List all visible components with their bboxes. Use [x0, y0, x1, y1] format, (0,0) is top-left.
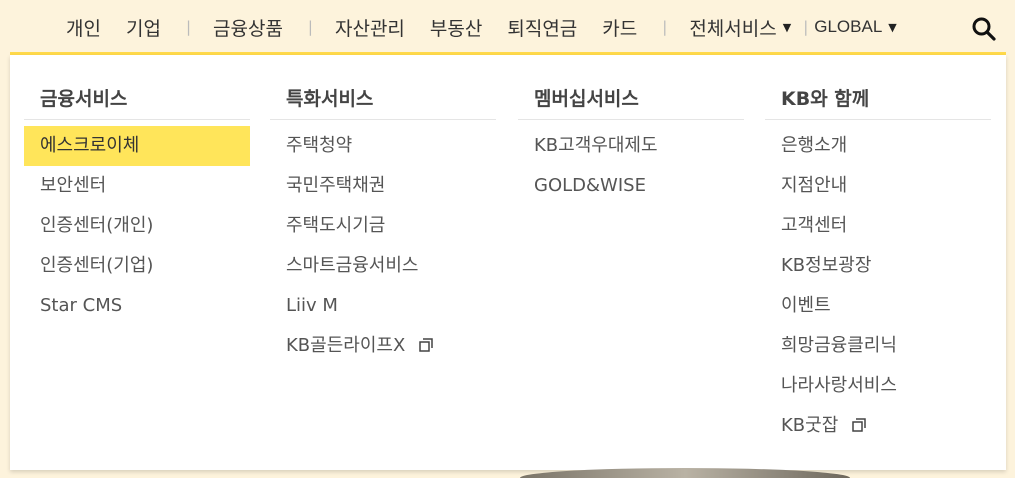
menu-column-with-kb: KB와 함께 은행소개 지점안내 고객센터 KB정보광장 이벤트 희망금융클리닉…	[765, 55, 991, 446]
nav-separator: |	[185, 18, 191, 36]
menu-item-housing-subscription[interactable]: 주택청약	[270, 126, 496, 166]
column-title: 금융서비스	[24, 55, 250, 120]
column-title: 멤버십서비스	[518, 55, 744, 120]
mega-menu-panel: 금융서비스 에스크로이체 보안센터 인증센터(개인) 인증센터(기업) Star…	[10, 55, 1006, 470]
menu-item-label: KB골든라이프X	[286, 335, 406, 356]
menu-item-nara-sarang-service[interactable]: 나라사랑서비스	[765, 366, 991, 406]
nav-asset-management[interactable]: 자산관리	[335, 14, 405, 41]
menu-item-branch-guide[interactable]: 지점안내	[765, 166, 991, 206]
menu-item-label: KB굿잡	[781, 415, 839, 436]
menu-item-escrow-transfer[interactable]: 에스크로이체	[24, 126, 250, 166]
new-window-icon	[852, 418, 866, 432]
menu-item-events[interactable]: 이벤트	[765, 286, 991, 326]
menu-column-special-services: 특화서비스 주택청약 국민주택채권 주택도시기금 스마트금융서비스 Liiv M…	[270, 55, 496, 366]
nav-separator: |	[307, 18, 313, 36]
nav-business[interactable]: 기업	[126, 14, 161, 41]
menu-column-financial-services: 금융서비스 에스크로이체 보안센터 인증센터(개인) 인증센터(기업) Star…	[24, 55, 250, 326]
menu-item-kb-info-plaza[interactable]: KB정보광장	[765, 246, 991, 286]
menu-item-security-center[interactable]: 보안센터	[24, 166, 250, 206]
new-window-icon	[419, 338, 433, 352]
menu-item-customer-center[interactable]: 고객센터	[765, 206, 991, 246]
global-label: GLOBAL	[814, 17, 883, 36]
menu-item-housing-urban-fund[interactable]: 주택도시기금	[270, 206, 496, 246]
menu-item-gold-and-wise[interactable]: GOLD&WISE	[518, 166, 744, 206]
top-navigation: 개인 기업 | 금융상품 | 자산관리 부동산 퇴직연금 카드 | 전체서비스 …	[0, 0, 1015, 54]
menu-item-star-cms[interactable]: Star CMS	[24, 286, 250, 326]
caret-down-icon: ▼	[888, 20, 897, 34]
search-icon[interactable]	[971, 16, 997, 42]
menu-item-kb-customer-benefits[interactable]: KB고객우대제도	[518, 126, 744, 166]
nav-pension[interactable]: 퇴직연금	[507, 14, 577, 41]
menu-item-hope-finance-clinic[interactable]: 희망금융클리닉	[765, 326, 991, 366]
menu-item-bank-intro[interactable]: 은행소개	[765, 126, 991, 166]
nav-all-services[interactable]: 전체서비스 ▼	[689, 14, 791, 41]
nav-personal[interactable]: 개인	[66, 14, 101, 41]
menu-item-kb-golden-life-x[interactable]: KB골든라이프X	[270, 326, 496, 366]
caret-down-icon: ▼	[782, 20, 792, 34]
column-title: 특화서비스	[270, 55, 496, 120]
nav-card[interactable]: 카드	[602, 14, 637, 41]
menu-item-cert-center-business[interactable]: 인증센터(기업)	[24, 246, 250, 286]
nav-products[interactable]: 금융상품	[213, 14, 283, 41]
global-dropdown[interactable]: GLOBAL ▼	[814, 17, 897, 37]
nav-separator: |	[803, 18, 809, 36]
nav-real-estate[interactable]: 부동산	[430, 14, 482, 41]
menu-item-liiv-m[interactable]: Liiv M	[270, 286, 496, 326]
menu-item-smart-finance[interactable]: 스마트금융서비스	[270, 246, 496, 286]
menu-item-cert-center-personal[interactable]: 인증센터(개인)	[24, 206, 250, 246]
nav-all-services-label: 전체서비스	[689, 17, 777, 40]
nav-separator: |	[662, 18, 668, 36]
menu-column-membership-services: 멤버십서비스 KB고객우대제도 GOLD&WISE	[518, 55, 744, 206]
menu-item-national-housing-bond[interactable]: 국민주택채권	[270, 166, 496, 206]
column-title: KB와 함께	[765, 55, 991, 120]
menu-item-kb-good-job[interactable]: KB굿잡	[765, 406, 991, 446]
